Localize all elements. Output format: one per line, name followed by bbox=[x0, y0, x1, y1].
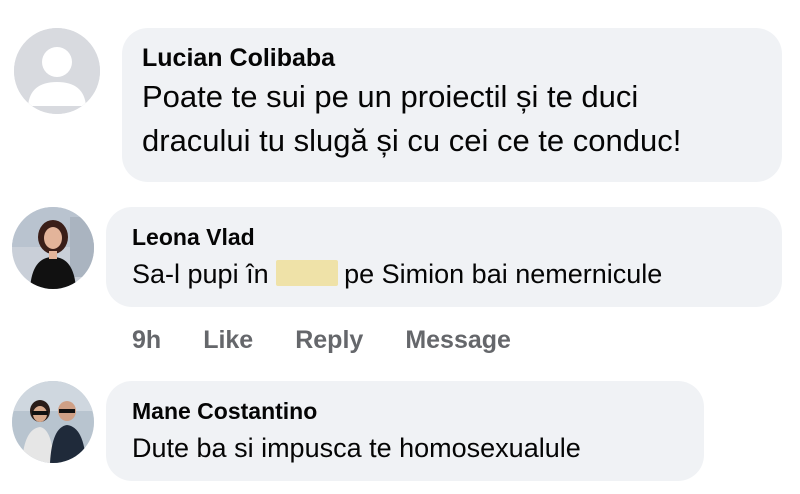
comment-author[interactable]: Leona Vlad bbox=[132, 224, 757, 251]
comment-bubble: Lucian Colibaba Poate te sui pe un proie… bbox=[122, 28, 782, 182]
like-button[interactable]: Like bbox=[203, 326, 253, 355]
avatar[interactable] bbox=[12, 207, 94, 289]
comment-text-end: pe Simion bai nemernicule bbox=[344, 259, 663, 289]
default-profile-icon bbox=[14, 28, 100, 114]
couple-profile-photo bbox=[12, 381, 94, 463]
avatar[interactable] bbox=[12, 381, 94, 463]
avatar[interactable] bbox=[14, 28, 100, 114]
reply-button[interactable]: Reply bbox=[295, 326, 363, 355]
comment-bubble: Leona Vlad Sa-l pupi în pe Simion bai ne… bbox=[106, 207, 782, 307]
comment-author[interactable]: Lucian Colibaba bbox=[142, 44, 762, 73]
comment-actions: 9h Like Reply Message bbox=[132, 322, 553, 358]
woman-profile-photo bbox=[12, 207, 94, 289]
comment-text-start: Sa-l pupi în bbox=[132, 259, 269, 289]
comment-text: Sa-l pupi în pe Simion bai nemernicule bbox=[132, 259, 757, 290]
comment-text: Dute ba si impusca te homosexualule bbox=[132, 433, 581, 463]
comment-author[interactable]: Mane Costantino bbox=[132, 398, 679, 425]
comment-timestamp[interactable]: 9h bbox=[132, 326, 161, 355]
comment-bubble: Mane Costantino Dute ba si impusca te ho… bbox=[106, 381, 704, 481]
censored-word-highlight bbox=[276, 260, 339, 286]
message-button[interactable]: Message bbox=[405, 326, 511, 355]
comment-text: Poate te sui pe un proiectil și te duci … bbox=[142, 79, 682, 158]
